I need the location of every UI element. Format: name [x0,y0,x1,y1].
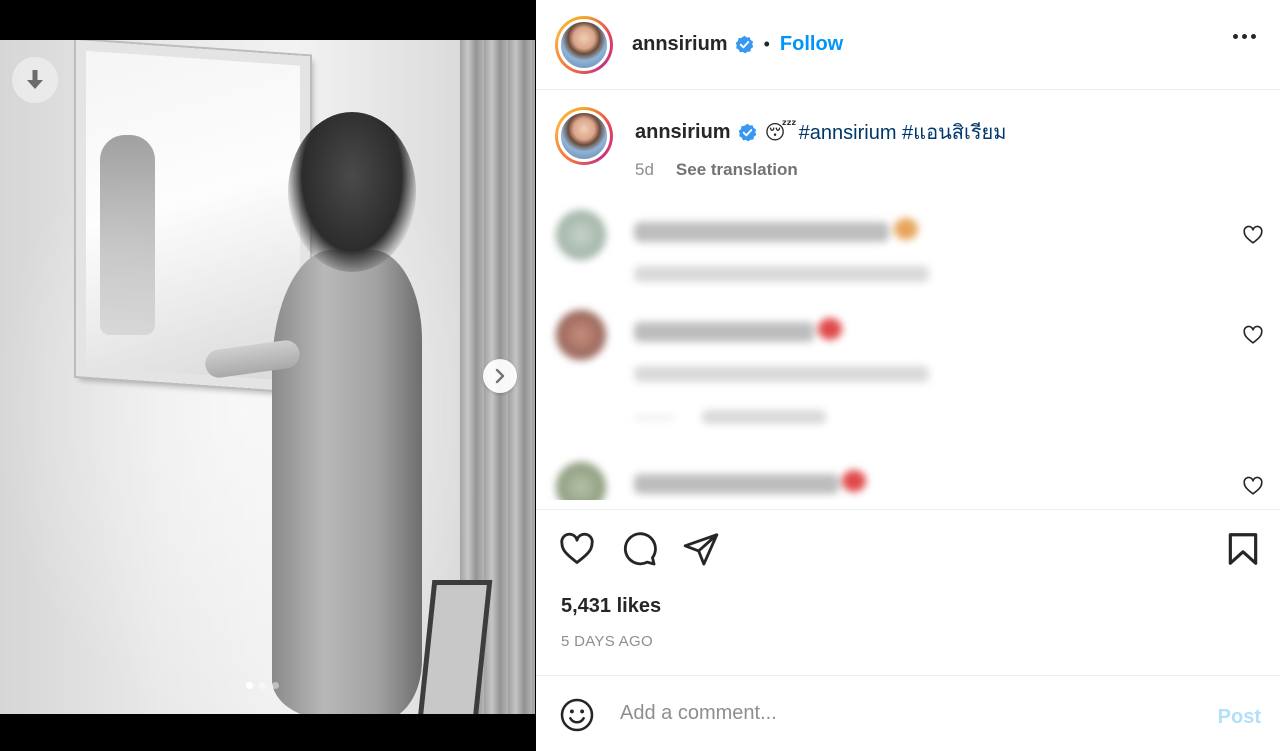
verified-badge-icon [738,123,757,142]
comment-like-heart-icon[interactable] [1242,224,1264,246]
username-link[interactable]: annsirium [632,33,728,56]
carousel-dot [272,682,279,689]
blurred-comment [556,210,1256,290]
like-heart-icon[interactable] [558,530,596,568]
post-media [0,0,535,751]
emoji-smiley-icon[interactable] [559,697,595,733]
comment-like-heart-icon[interactable] [1242,324,1264,346]
more-options-icon[interactable] [1233,34,1256,39]
download-arrow-icon [27,70,43,89]
post-header: annsirium • Follow [536,0,1280,90]
post-panel: annsirium • Follow annsirium 😴 #annsiriu… [536,0,1280,751]
comment-input[interactable] [620,702,1180,725]
avatar[interactable] [555,15,613,74]
share-paper-plane-icon[interactable] [682,530,720,568]
carousel-dot [246,682,253,689]
caption-hashtags[interactable]: #annsirium #แอนสิเรียม [799,116,1007,148]
comment-like-heart-icon[interactable] [1242,475,1264,497]
post-comment-button[interactable]: Post [1218,706,1261,729]
follow-button[interactable]: Follow [780,33,843,56]
post-photo[interactable] [0,40,535,714]
see-translation-link[interactable]: See translation [676,160,798,180]
download-button[interactable] [12,57,58,103]
add-comment-bar: Post [536,675,1280,751]
likes-count[interactable]: 5,431 likes [561,595,661,618]
post-actions: 5,431 likes 5 DAYS AGO [536,509,1280,675]
caption-avatar[interactable] [555,107,613,165]
chevron-right-icon [495,368,505,384]
post-timestamp[interactable]: 5 DAYS AGO [561,633,653,650]
blurred-comment [556,462,1256,500]
post-time[interactable]: 5d [635,160,654,180]
carousel-dot [259,682,266,689]
carousel-indicator [246,682,279,689]
bookmark-icon[interactable] [1224,530,1262,568]
photo-figure [272,250,422,714]
caption-username[interactable]: annsirium [635,121,731,144]
next-slide-button[interactable] [483,359,517,393]
photo-figure-hair [288,112,416,272]
comments-list [536,200,1280,500]
verified-badge-icon [735,35,754,54]
blurred-comment [556,310,1256,430]
photo-reflection [100,135,155,335]
header-separator: • [763,34,770,54]
post-caption: annsirium 😴 #annsirium #แอนสิเรียม 5d Se… [555,107,1255,180]
sleeping-face-emoji-icon: 😴 [764,120,797,144]
comment-bubble-icon[interactable] [620,530,658,568]
